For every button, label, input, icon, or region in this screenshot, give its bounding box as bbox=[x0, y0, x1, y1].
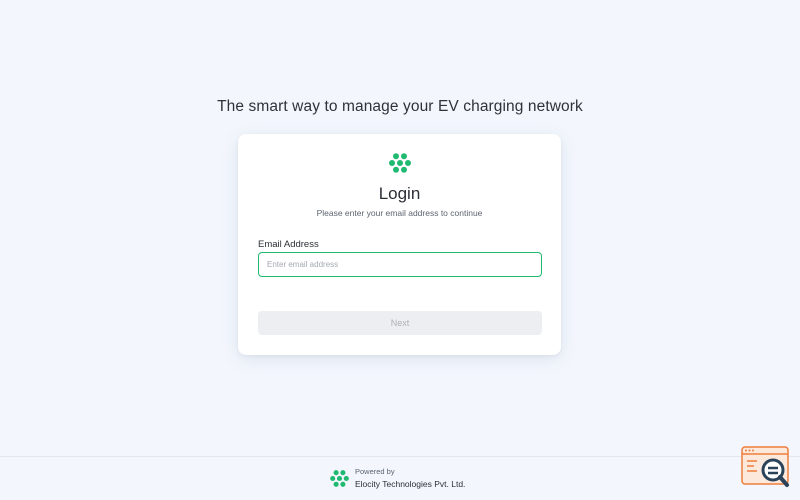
login-card: Login Please enter your email address to… bbox=[238, 134, 561, 355]
hexagon-cluster-logo-icon bbox=[330, 470, 349, 487]
page-tagline: The smart way to manage your EV charging… bbox=[217, 98, 583, 115]
footer-powered-by: Powered by bbox=[355, 467, 395, 476]
login-subtitle: Please enter your email address to conti… bbox=[316, 208, 483, 218]
login-title: Login bbox=[378, 184, 421, 203]
next-button[interactable]: Next bbox=[258, 311, 542, 335]
search-document-icon[interactable] bbox=[741, 446, 791, 490]
email-input[interactable] bbox=[258, 252, 542, 277]
footer-divider bbox=[0, 456, 800, 457]
footer: Powered by Elocity Technologies Pvt. Ltd… bbox=[330, 466, 490, 492]
hexagon-cluster-logo-icon bbox=[389, 153, 411, 173]
email-label: Email Address bbox=[258, 239, 319, 250]
footer-company-name: Elocity Technologies Pvt. Ltd. bbox=[355, 479, 466, 489]
